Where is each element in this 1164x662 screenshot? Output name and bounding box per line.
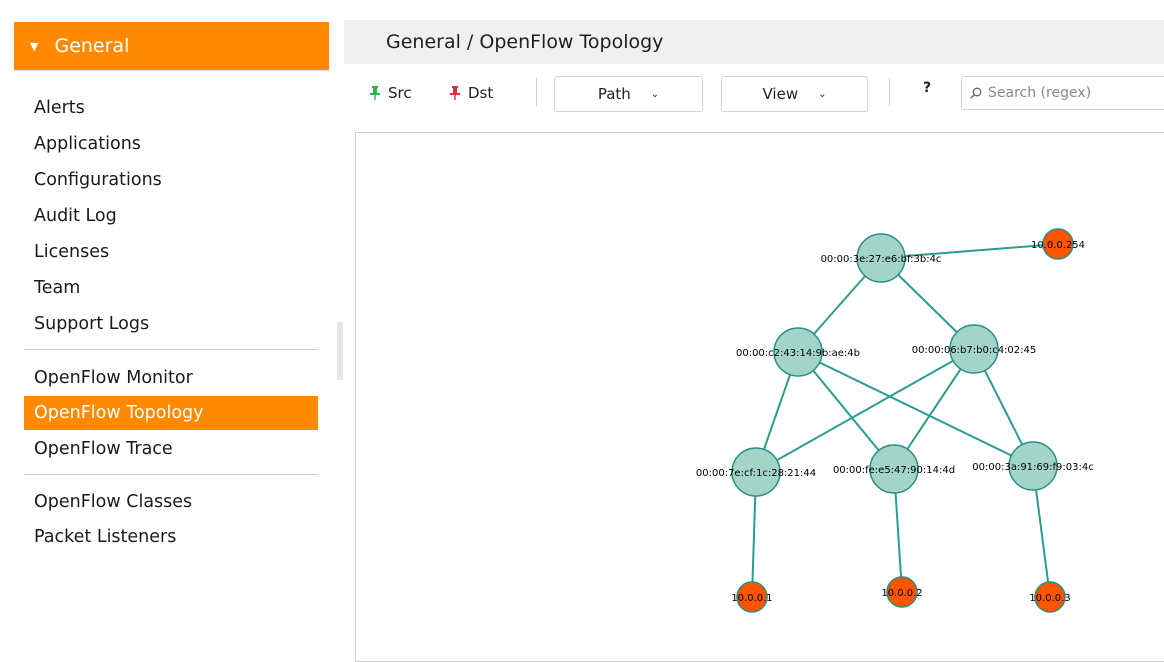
switch-node[interactable]: 00:00:7e:cf:1c:28:21:44 [696,447,816,497]
sidebar-section-general[interactable]: ▼ General [14,22,329,70]
host-node[interactable]: 10.0.0.2 [881,576,923,608]
sidebar-divider [24,349,318,350]
sidebar-item-alerts[interactable]: Alerts [24,91,318,125]
toolbar-divider [889,78,890,106]
search-input[interactable] [986,84,1160,102]
sidebar-scrollbar[interactable] [337,322,343,380]
chevron-down-icon: ⌄ [818,88,827,100]
view-dropdown[interactable]: View ⌄ [721,76,868,112]
switch-node[interactable]: 00:00:3e:27:e6:bf:3b:4c [821,233,942,283]
host-node-label: 10.0.0.3 [1029,593,1070,604]
path-dropdown-label: Path [597,85,631,103]
host-node[interactable]: 10.0.0.1 [731,581,773,613]
link-line [797,351,1034,467]
topology-graph-panel[interactable]: 00:00:3e:27:e6:bf:3b:4c 00:00:c2:43:14:9b… [355,132,1164,662]
sidebar-item-configurations[interactable]: Configurations [24,163,318,197]
switch-node[interactable]: 00:00:c2:43:14:9b:ae:4b [736,327,860,377]
dst-pin-button[interactable]: Dst [450,82,493,104]
sidebar-item-openflow-trace[interactable]: OpenFlow Trace [24,432,318,466]
host-node-label: 10.0.0.1 [731,593,772,604]
search-box[interactable] [961,76,1164,110]
toolbar-divider [536,78,537,106]
view-dropdown-label: View [762,85,799,103]
sidebar-item-applications[interactable]: Applications [24,127,318,161]
sidebar-section-label: General [54,35,130,57]
switch-node-label: 00:00:06:b7:b0:c4:02:45 [912,345,1037,356]
sidebar: ▼ General Alerts Applications Configurat… [0,0,340,648]
sidebar-item-team[interactable]: Team [24,271,318,305]
host-node[interactable]: 10.0.0.3 [1029,581,1071,613]
switch-node[interactable]: 00:00:fe:e5:47:90:14:4d [833,444,955,494]
switch-node[interactable]: 00:00:3a:91:69:f9:03:4c [972,441,1094,491]
switch-node-label: 00:00:c2:43:14:9b:ae:4b [736,348,860,359]
sidebar-divider [24,474,318,475]
pin-green-icon [370,86,380,100]
src-label: Src [388,84,412,102]
help-button[interactable]: ? [923,80,931,96]
host-node-label: 10.0.0.2 [881,588,922,599]
dst-label: Dst [468,84,494,102]
switch-node[interactable]: 00:00:06:b7:b0:c4:02:45 [912,324,1037,374]
sidebar-item-audit-log[interactable]: Audit Log [24,199,318,233]
host-node[interactable]: 10.0.0.254 [1031,228,1085,260]
sidebar-item-openflow-monitor[interactable]: OpenFlow Monitor [24,361,318,395]
sidebar-item-openflow-topology[interactable]: OpenFlow Topology [24,396,318,430]
topology-graph[interactable]: 00:00:3e:27:e6:bf:3b:4c 00:00:c2:43:14:9b… [356,133,1164,661]
pin-red-icon [450,86,460,100]
page-header: General / OpenFlow Topology [344,20,1164,64]
toolbar: Src Dst Path ⌄ View ⌄ ? [344,64,1164,122]
chevron-down-icon: ⌄ [650,88,660,100]
sidebar-item-openflow-classes[interactable]: OpenFlow Classes [24,485,318,519]
page-title: General / OpenFlow Topology [386,31,664,53]
switch-node-label: 00:00:fe:e5:47:90:14:4d [833,465,955,476]
switch-node-label: 00:00:7e:cf:1c:28:21:44 [696,468,816,479]
path-dropdown[interactable]: Path ⌄ [554,76,703,112]
sidebar-item-support-logs[interactable]: Support Logs [24,307,318,341]
switch-node-label: 00:00:3a:91:69:f9:03:4c [972,462,1093,473]
sidebar-item-packet-listeners[interactable]: Packet Listeners [24,520,318,554]
sidebar-item-licenses[interactable]: Licenses [24,235,318,269]
search-icon [970,87,982,99]
switch-node-label: 00:00:3e:27:e6:bf:3b:4c [821,254,942,265]
caret-down-icon: ▼ [30,39,39,53]
src-pin-button[interactable]: Src [370,82,412,104]
host-node-label: 10.0.0.254 [1031,240,1085,251]
